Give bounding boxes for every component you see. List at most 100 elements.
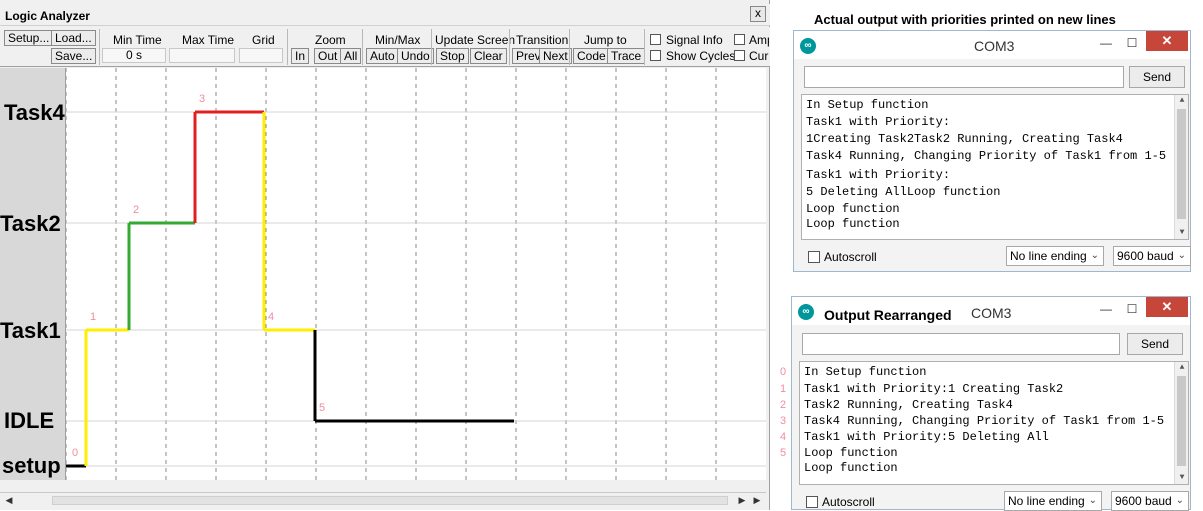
min-max-label: Min/Max — [375, 33, 421, 47]
autoscroll-checkbox[interactable] — [808, 251, 820, 263]
output-line: Task4 Running, Changing Priority of Task… — [806, 149, 1167, 163]
serial-input[interactable] — [804, 66, 1124, 88]
serial-input[interactable] — [802, 333, 1120, 355]
show-cycles-label: Show Cycles — [666, 49, 736, 63]
output-line: Task1 with Priority: — [806, 168, 951, 182]
next-button[interactable]: Next — [539, 48, 572, 64]
send-button[interactable]: Send — [1129, 66, 1185, 88]
show-cycles-checkbox[interactable] — [650, 50, 661, 61]
max-time-label: Max Time — [182, 33, 235, 47]
output-scrollbar[interactable]: ▲ ▼ — [1174, 95, 1188, 239]
scroll-up-icon[interactable]: ▲ — [1175, 95, 1188, 107]
zoom-label: Zoom — [315, 33, 346, 47]
port-title: COM3 — [974, 38, 1015, 54]
clear-button[interactable]: Clear — [470, 48, 507, 64]
scroll-left-icon[interactable]: ◀ — [2, 494, 16, 507]
min-time-value: 0 s — [102, 48, 166, 63]
output-line: Task1 with Priority: — [806, 115, 951, 129]
baud-value: 9600 baud — [1115, 494, 1172, 508]
scroll-down-icon[interactable]: ▼ — [1175, 472, 1188, 484]
line-ending-select[interactable]: No line ending ⌄ — [1004, 491, 1102, 511]
minimize-icon[interactable]: — — [1094, 33, 1118, 53]
zoom-in-button[interactable]: In — [291, 48, 310, 64]
line-ending-value: No line ending — [1008, 494, 1085, 508]
maximize-icon[interactable]: ☐ — [1120, 33, 1144, 53]
amp-label: Amp — [749, 33, 769, 47]
output-line: Task4 Running, Changing Priority of Task… — [804, 414, 1165, 428]
minimize-icon[interactable]: — — [1094, 299, 1118, 319]
transition-marker-label: 5 — [319, 402, 325, 414]
send-button[interactable]: Send — [1127, 333, 1183, 355]
scroll-end-icon[interactable]: ▶ — [750, 494, 764, 507]
close-icon[interactable]: ✕ — [1146, 297, 1188, 317]
save-button[interactable]: Save... — [51, 48, 97, 64]
line-number-annotation: 3 — [780, 415, 787, 427]
setup-button[interactable]: Setup... — [4, 30, 54, 46]
scroll-down-icon[interactable]: ▼ — [1175, 227, 1188, 239]
logic-analyzer-title: Logic Analyzer — [5, 9, 90, 23]
signal-label-idle: IDLE — [4, 408, 55, 433]
arduino-icon: ∞ — [800, 38, 816, 54]
serial-monitor-bottom: ∞ Output Rearranged COM3 — ☐ ✕ Send In S… — [791, 296, 1191, 511]
close-icon[interactable]: x — [750, 6, 766, 22]
port-title: COM3 — [971, 305, 1012, 321]
stop-button[interactable]: Stop — [436, 48, 469, 64]
output-line: Loop function — [806, 217, 900, 231]
baud-select[interactable]: 9600 baud ⌄ — [1111, 491, 1189, 511]
autoscroll-checkbox[interactable] — [806, 496, 818, 508]
transition-marker-label: 1 — [90, 311, 96, 323]
baud-value: 9600 baud — [1117, 249, 1174, 263]
scroll-right-icon[interactable]: ▶ — [735, 494, 749, 507]
autoscroll-label: Autoscroll — [822, 495, 875, 509]
scroll-thumb[interactable] — [1177, 109, 1186, 219]
signal-label-panel: Task4 Task2 Task1 IDLE setup — [0, 68, 66, 480]
transition-marker-label: 4 — [268, 311, 274, 323]
output-line: Loop function — [804, 446, 898, 460]
transition-marker-label: 0 — [72, 447, 78, 459]
cur-checkbox[interactable] — [734, 50, 745, 61]
jump-to-label: Jump to — [584, 33, 627, 47]
horizontal-scrollbar[interactable]: ◀ ▶ ▶ — [0, 492, 766, 508]
baud-select[interactable]: 9600 baud ⌄ — [1113, 246, 1191, 266]
serial-monitor-top-titlebar: ∞ COM3 — ☐ ✕ — [794, 31, 1190, 59]
update-screen-label: Update Screen — [435, 33, 516, 47]
load-button[interactable]: Load... — [51, 30, 96, 46]
undo-button[interactable]: Undo — [397, 48, 434, 64]
window-label: Output Rearranged — [824, 307, 952, 323]
zoom-out-button[interactable]: Out — [314, 48, 342, 64]
chevron-down-icon: ⌄ — [1090, 250, 1099, 261]
min-time-label: Min Time — [113, 33, 162, 47]
signal-label-task2: Task2 — [0, 211, 61, 236]
output-line: Loop function — [806, 202, 900, 216]
scroll-thumb[interactable] — [1177, 376, 1186, 466]
close-icon[interactable]: ✕ — [1146, 31, 1188, 51]
code-button[interactable]: Code — [573, 48, 610, 64]
amp-checkbox[interactable] — [734, 34, 745, 45]
output-line: Task1 with Priority:5 Deleting All — [804, 430, 1049, 444]
waveform-plot[interactable]: 0 1 2 3 4 5 — [66, 68, 766, 480]
trace-button[interactable]: Trace — [607, 48, 646, 64]
output-line: Task2 Running, Creating Task4 — [804, 398, 1013, 412]
output-line: Task1 with Priority:1 Creating Task2 — [804, 382, 1064, 396]
auto-button[interactable]: Auto — [366, 48, 399, 64]
logic-analyzer-window: Logic Analyzer x Setup... Load... Save..… — [0, 0, 770, 510]
max-time-value — [169, 48, 235, 63]
transition-marker-label: 2 — [133, 204, 139, 216]
line-number-annotation: 0 — [780, 366, 787, 378]
grid-value — [239, 48, 283, 63]
line-ending-select[interactable]: No line ending ⌄ — [1006, 246, 1104, 266]
signal-label-task4: Task4 — [4, 100, 65, 125]
transition-marker-label: 3 — [199, 93, 205, 105]
output-scrollbar[interactable]: ▲ ▼ — [1174, 362, 1188, 484]
output-line: Loop function — [804, 461, 898, 475]
scroll-track[interactable] — [52, 496, 728, 505]
maximize-icon[interactable]: ☐ — [1120, 299, 1144, 319]
chevron-down-icon: ⌄ — [1088, 495, 1097, 506]
line-number-annotation: 1 — [780, 383, 787, 395]
zoom-all-button[interactable]: All — [340, 48, 362, 64]
scroll-up-icon[interactable]: ▲ — [1175, 362, 1188, 374]
logic-analyzer-titlebar: Logic Analyzer x — [0, 4, 770, 26]
signal-info-checkbox[interactable] — [650, 34, 661, 45]
cur-label: Cur — [749, 49, 769, 63]
annotation-heading: Actual output with priorities printed on… — [814, 12, 1116, 27]
